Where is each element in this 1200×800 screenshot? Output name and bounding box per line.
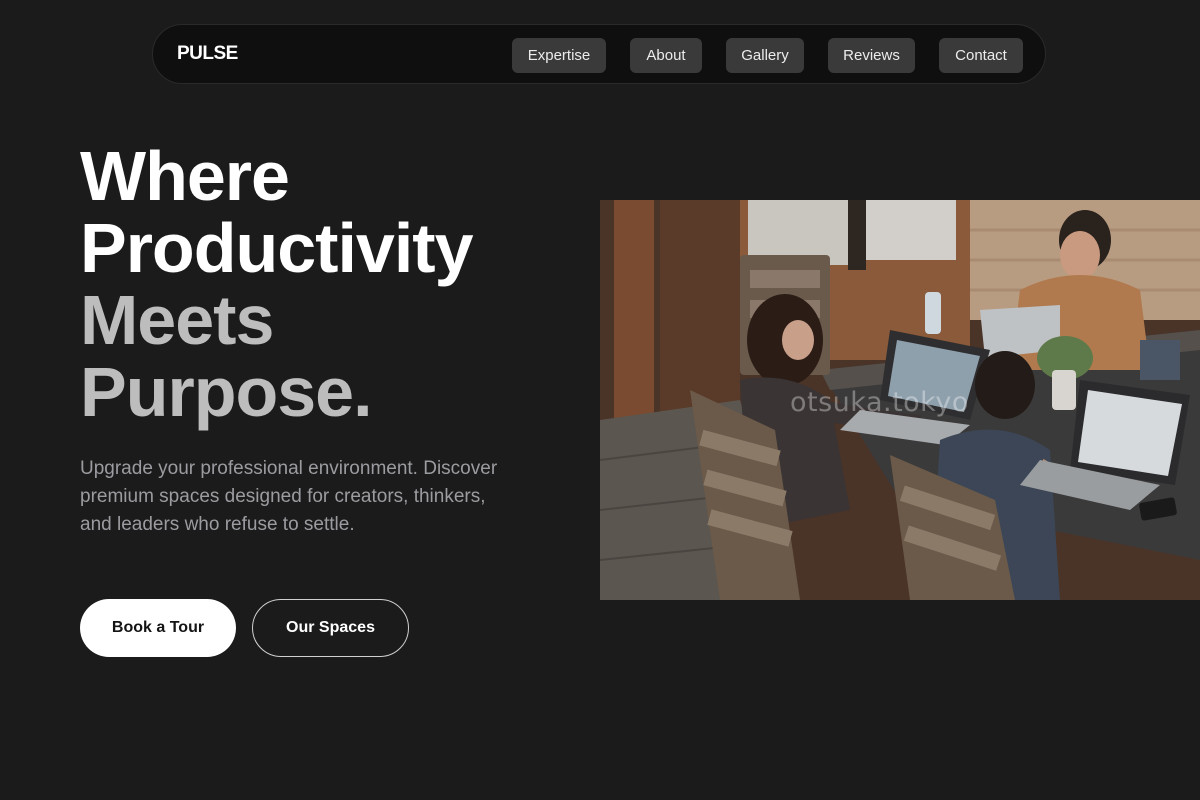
hero-subtitle: Upgrade your professional environment. D… <box>80 458 498 535</box>
nav-item-expertise[interactable]: Expertise <box>512 38 606 73</box>
hero-headline: Where Productivity Meets Purpose. <box>80 137 474 431</box>
hero-photo: otsuka.tokyo <box>600 200 1200 600</box>
nav-item-about[interactable]: About <box>630 38 702 73</box>
headline-line-3: Meets <box>80 281 274 359</box>
nav-item-reviews[interactable]: Reviews <box>828 38 915 73</box>
top-nav: PULSE Expertise About Gallery Reviews Co… <box>152 24 1046 84</box>
page: PULSE Expertise About Gallery Reviews Co… <box>0 0 1200 800</box>
headline-line-4: Purpose. <box>80 353 373 431</box>
nav-item-contact[interactable]: Contact <box>939 38 1023 73</box>
photo-watermark: otsuka.tokyo <box>790 387 969 418</box>
book-tour-button[interactable]: Book a Tour <box>80 599 236 657</box>
headline-line-2: Productivity <box>80 209 474 287</box>
our-spaces-button[interactable]: Our Spaces <box>252 599 409 657</box>
brand-logo[interactable]: PULSE <box>177 43 238 65</box>
headline-line-1: Where <box>80 137 290 215</box>
nav-item-gallery[interactable]: Gallery <box>726 38 804 73</box>
